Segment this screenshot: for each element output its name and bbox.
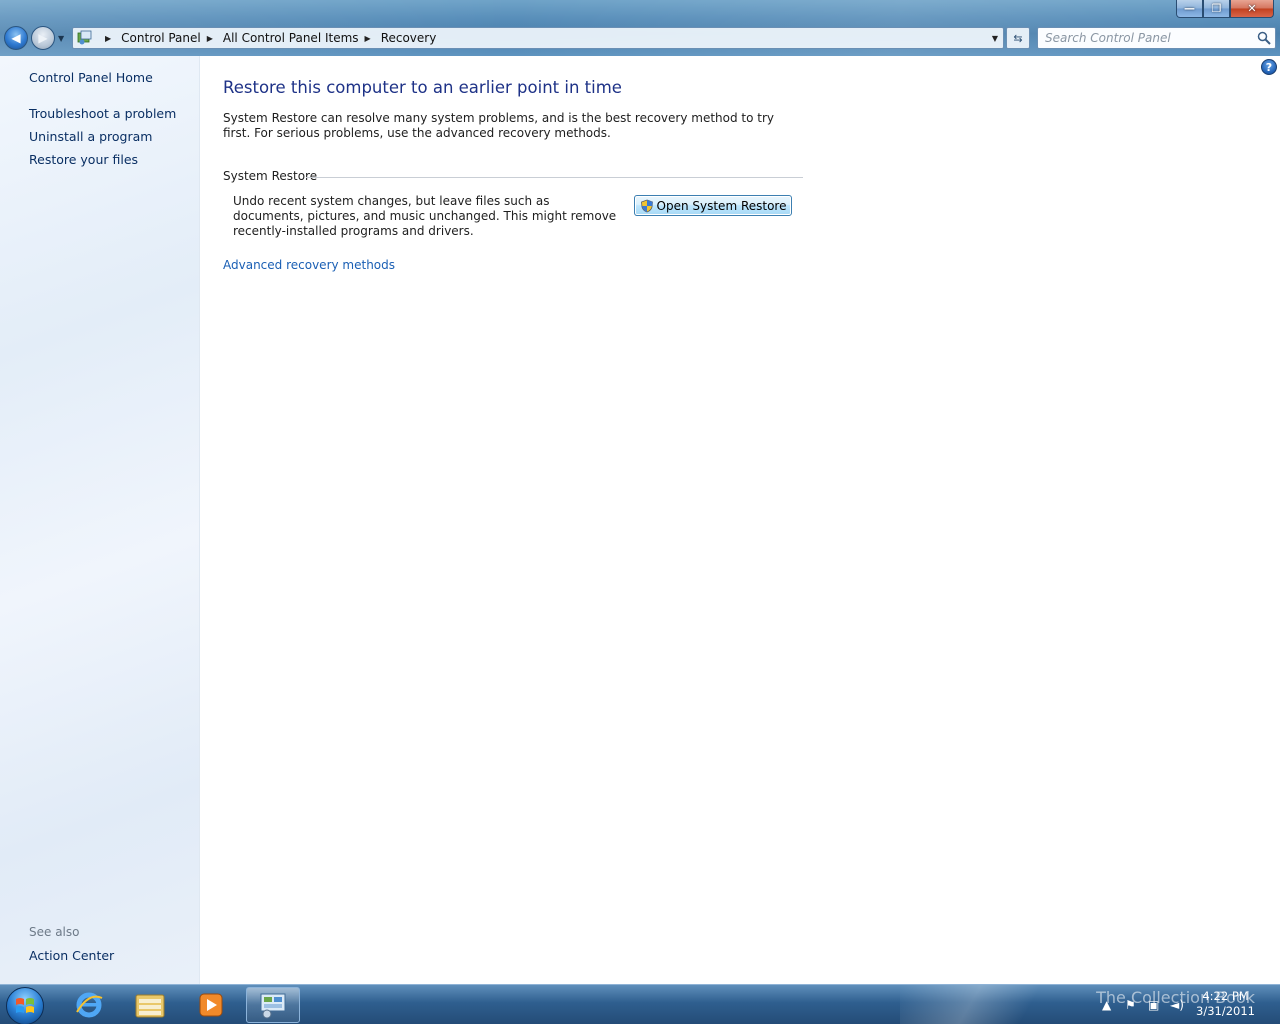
search-input[interactable]: Search Control Panel bbox=[1037, 27, 1276, 49]
back-button[interactable]: ◀ bbox=[4, 26, 28, 50]
minimize-button[interactable]: — bbox=[1176, 0, 1203, 18]
media-player-icon bbox=[199, 993, 223, 1017]
breadcrumb-control-panel[interactable]: Control Panel bbox=[121, 31, 201, 45]
taskbar-windows-explorer[interactable] bbox=[123, 987, 177, 1023]
taskbar-decoration bbox=[900, 985, 1080, 1024]
page-title: Restore this computer to an earlier poin… bbox=[223, 78, 622, 97]
breadcrumb-separator-icon[interactable]: ▶ bbox=[207, 34, 213, 43]
title-bar: — ❐ ✕ ◀ ▶ ▼ ▶ Control Panel ▶ All Contro… bbox=[0, 0, 1280, 56]
advanced-recovery-link[interactable]: Advanced recovery methods bbox=[223, 258, 395, 272]
clock-date: 3/31/2011 bbox=[1196, 1004, 1255, 1018]
sidebar-item-uninstall[interactable]: Uninstall a program bbox=[29, 129, 152, 144]
window-controls: — ❐ ✕ bbox=[1176, 0, 1274, 18]
breadcrumb-recovery[interactable]: Recovery bbox=[381, 31, 437, 45]
taskbar-internet-explorer[interactable] bbox=[62, 987, 116, 1023]
system-restore-description: Undo recent system changes, but leave fi… bbox=[233, 194, 617, 238]
see-also-heading: See also bbox=[29, 925, 80, 939]
taskbar: The Collection Book ▲ ⚑ ▣ ◄) 4:22 PM 3/3… bbox=[0, 984, 1280, 1024]
arrow-right-icon: ▶ bbox=[38, 31, 48, 45]
volume-icon[interactable]: ◄) bbox=[1170, 998, 1184, 1012]
taskbar-control-panel[interactable] bbox=[246, 987, 300, 1023]
search-icon[interactable] bbox=[1257, 31, 1271, 48]
restore-button[interactable]: ❐ bbox=[1203, 0, 1230, 18]
start-button[interactable] bbox=[6, 987, 44, 1024]
arrow-left-icon: ◀ bbox=[11, 31, 21, 45]
control-panel-icon bbox=[260, 993, 286, 1019]
internet-explorer-icon bbox=[76, 992, 103, 1018]
refresh-button[interactable]: ⇆ bbox=[1006, 27, 1030, 49]
sidebar-item-restore-files[interactable]: Restore your files bbox=[29, 152, 138, 167]
forward-button[interactable]: ▶ bbox=[31, 26, 55, 50]
refresh-icon: ⇆ bbox=[1013, 31, 1023, 45]
help-button[interactable]: ? bbox=[1261, 59, 1277, 75]
windows-explorer-icon bbox=[135, 994, 165, 1018]
address-dropdown-icon[interactable]: ▼ bbox=[992, 34, 998, 43]
open-system-restore-button[interactable]: Open System Restore bbox=[634, 195, 792, 216]
action-center-flag-icon[interactable]: ⚑ bbox=[1125, 998, 1136, 1012]
taskbar-media-player[interactable] bbox=[184, 987, 238, 1023]
tray-expand-icon[interactable]: ▲ bbox=[1102, 998, 1111, 1012]
uac-shield-icon bbox=[640, 199, 653, 212]
system-restore-group-label: System Restore bbox=[223, 169, 318, 183]
left-navigation-pane: Control Panel Home Troubleshoot a proble… bbox=[0, 56, 200, 984]
recent-pages-dropdown[interactable]: ▼ bbox=[58, 34, 64, 43]
sidebar-item-action-center[interactable]: Action Center bbox=[29, 948, 114, 963]
breadcrumb-separator-icon[interactable]: ▶ bbox=[105, 34, 111, 43]
group-divider bbox=[306, 177, 803, 178]
clock-time: 4:22 PM bbox=[1202, 989, 1249, 1003]
clock[interactable]: 4:22 PM 3/31/2011 bbox=[1196, 989, 1255, 1019]
control-panel-icon bbox=[77, 30, 93, 46]
search-placeholder: Search Control Panel bbox=[1045, 31, 1171, 45]
breadcrumb-separator-icon[interactable]: ▶ bbox=[365, 34, 371, 43]
sidebar-item-troubleshoot[interactable]: Troubleshoot a problem bbox=[29, 106, 176, 121]
sidebar-item-control-panel-home[interactable]: Control Panel Home bbox=[29, 70, 153, 85]
open-system-restore-label: Open System Restore bbox=[656, 198, 787, 213]
breadcrumb-all-items[interactable]: All Control Panel Items bbox=[223, 31, 359, 45]
address-bar[interactable]: ▶ Control Panel ▶ All Control Panel Item… bbox=[72, 27, 1004, 49]
main-content: ? Restore this computer to an earlier po… bbox=[200, 56, 1280, 984]
network-icon[interactable]: ▣ bbox=[1148, 998, 1159, 1012]
intro-text: System Restore can resolve many system p… bbox=[223, 111, 775, 140]
windows-logo-icon bbox=[16, 998, 34, 1013]
close-button[interactable]: ✕ bbox=[1230, 0, 1274, 18]
